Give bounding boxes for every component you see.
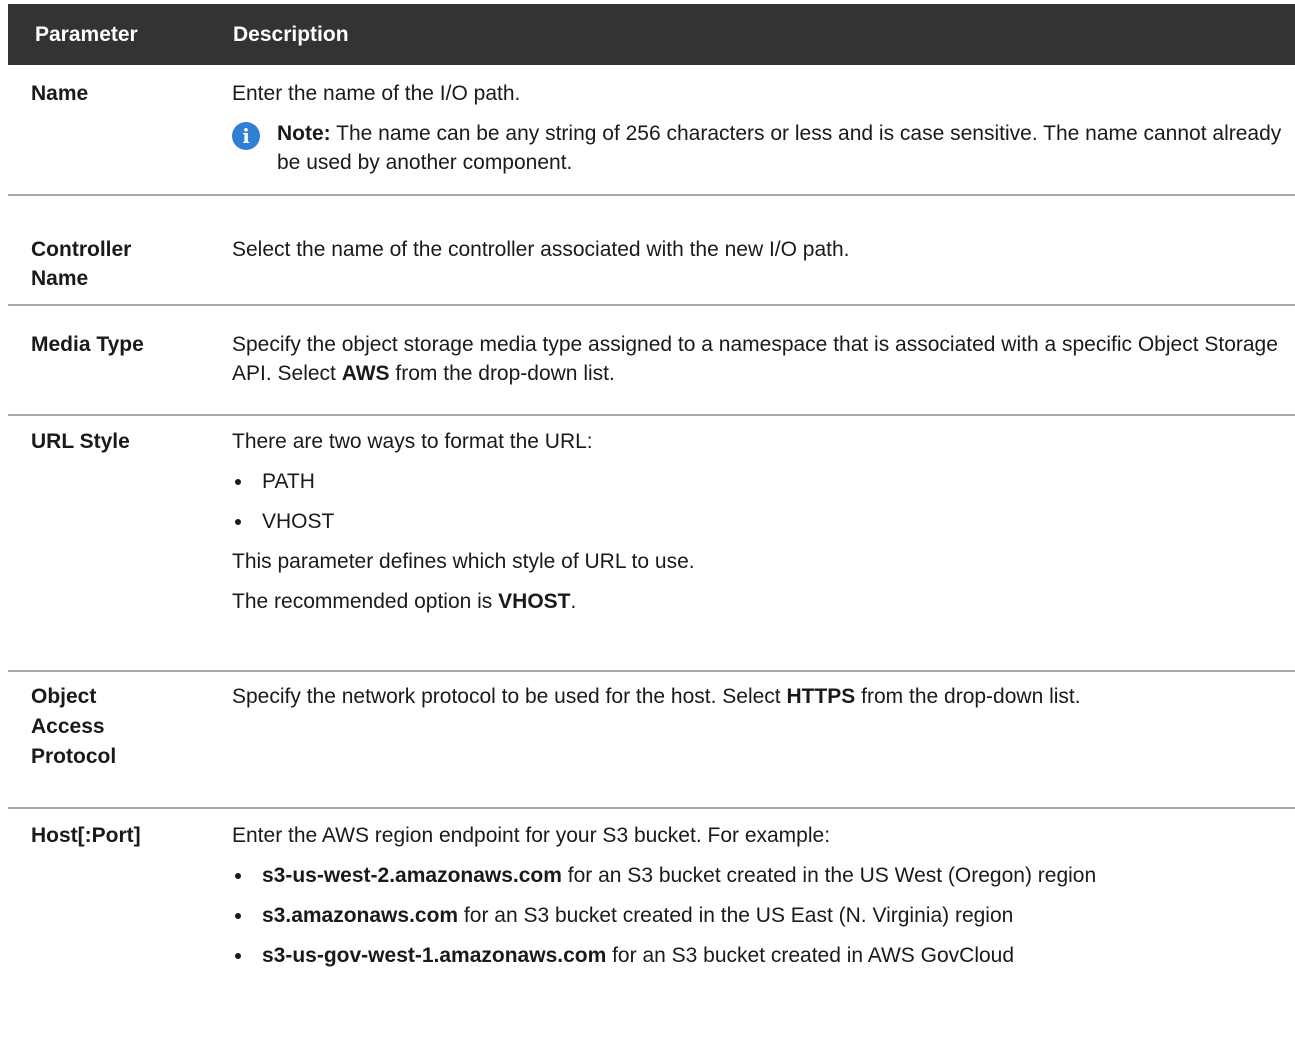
table-row-media-type: Media Type Specify the object storage me…: [8, 306, 1295, 416]
param-url-style: URL Style: [31, 430, 130, 453]
desc-media-type: Specify the object storage media type as…: [232, 330, 1282, 388]
param-host-port: Host[:Port]: [31, 824, 141, 847]
bullet-icon: [235, 913, 241, 919]
desc-text: Enter the name of the I/O path.: [232, 82, 521, 105]
desc-text: Specify the object storage media type as…: [232, 333, 1278, 385]
table-header: Parameter Description: [8, 4, 1295, 65]
list-item-endpoint: s3.amazonaws.com for an S3 bucket create…: [232, 901, 1282, 930]
desc-intro: Enter the AWS region endpoint for your S…: [232, 824, 831, 847]
desc-recommendation: The recommended option is VHOST.: [232, 590, 577, 613]
desc-host-port: Enter the AWS region endpoint for your S…: [232, 821, 1282, 970]
note-text: The name can be any string of 256 charac…: [277, 122, 1282, 174]
list-item-vhost: VHOST: [232, 507, 1282, 536]
header-description: Description: [233, 23, 349, 46]
desc-text: Select the name of the controller associ…: [232, 238, 850, 261]
table-row-url-style: URL Style There are two ways to format t…: [8, 416, 1295, 672]
info-icon: i: [232, 122, 260, 150]
table-row-object-access-protocol: Object Access Protocol Specify the network…: [8, 672, 1295, 809]
bullet-icon: [235, 479, 241, 485]
table-row-controller-name: Controller Name Select the name of the co…: [8, 196, 1295, 306]
bullet-icon: [235, 873, 241, 879]
bullet-icon: [235, 953, 241, 959]
desc-text: This parameter defines which style of UR…: [232, 550, 695, 573]
table-row-name: Name Enter the name of the I/O path. i No…: [8, 65, 1295, 196]
desc-controller-name: Select the name of the controller associ…: [232, 235, 1282, 264]
list-item-endpoint: s3-us-west-2.amazonaws.com for an S3 buc…: [232, 861, 1282, 890]
desc-intro: There are two ways to format the URL:: [232, 430, 593, 453]
param-name: Name: [31, 82, 89, 105]
desc-text: Specify the network protocol to be used …: [232, 685, 1081, 708]
header-parameter: Parameter: [35, 23, 138, 46]
param-media-type: Media Type: [31, 333, 144, 356]
list-item-path: PATH: [232, 467, 1282, 496]
desc-name: Enter the name of the I/O path. i Note: T…: [232, 79, 1282, 177]
list-item-endpoint: s3-us-gov-west-1.amazonaws.com for an S3…: [232, 941, 1282, 970]
desc-url-style: There are two ways to format the URL: PA…: [232, 427, 1282, 616]
note: i Note: The name can be any string of 256…: [232, 119, 1282, 177]
param-object-access-protocol: Object Access Protocol: [31, 685, 117, 768]
table-row-host-port: Host[:Port] Enter the AWS region endpoin…: [8, 809, 1295, 1047]
note-label: Note:: [277, 122, 331, 145]
desc-object-access-protocol: Specify the network protocol to be used …: [232, 682, 1282, 711]
bullet-icon: [235, 519, 241, 525]
param-controller-name: Controller Name: [31, 238, 132, 290]
